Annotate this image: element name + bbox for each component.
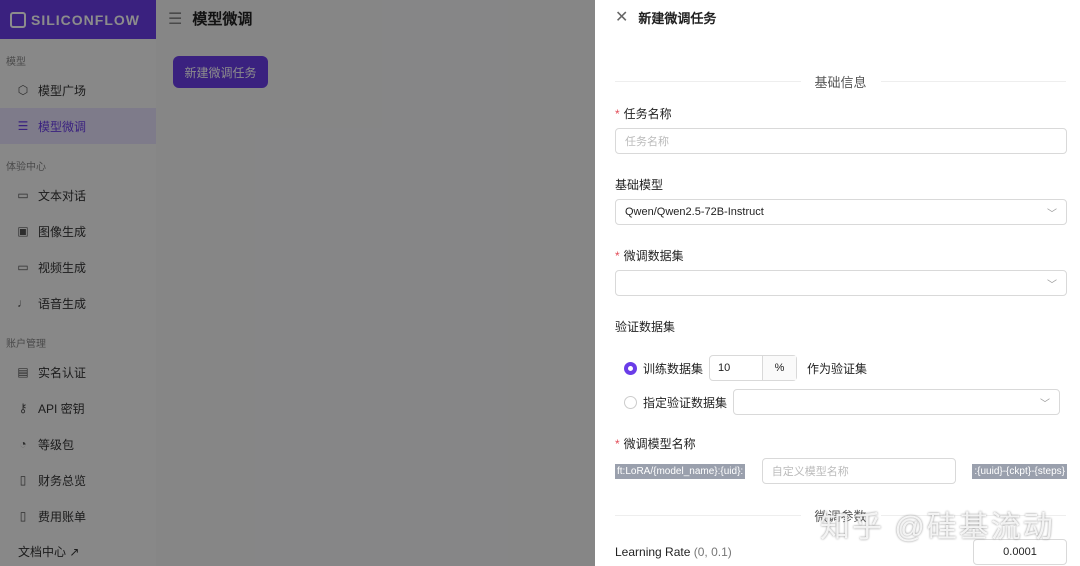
val-option-train[interactable]: 训练数据集 10 % 作为验证集	[624, 355, 1066, 381]
val-percent-input[interactable]: 10 %	[709, 355, 798, 381]
section-title: 基础信息	[814, 75, 867, 90]
required-mark: *	[615, 249, 620, 263]
dataset-label: 微调数据集	[623, 249, 684, 263]
val-opt2-label: 指定验证数据集	[643, 395, 728, 410]
required-mark: *	[615, 107, 620, 121]
base-model-select[interactable]: Qwen/Qwen2.5-72B-Instruct ﹀	[615, 199, 1067, 225]
dataset-select[interactable]: ﹀	[615, 270, 1067, 296]
chevron-down-icon: ﹀	[1040, 398, 1051, 410]
chevron-down-icon: ﹀	[1047, 279, 1057, 291]
watermark: 知乎 @硅基流动	[820, 511, 1055, 544]
task-name-input[interactable]: 任务名称	[615, 128, 1067, 154]
new-task-drawer: ✕ 新建微调任务 基础信息 * 任务名称 任务名称 基础模型 Qwen/Qwen2…	[595, 0, 1080, 566]
model-name-input[interactable]: 自定义模型名称	[761, 458, 956, 484]
val-option-custom[interactable]: 指定验证数据集 ﹀	[624, 389, 1066, 415]
drawer-title: 新建微调任务	[638, 10, 717, 26]
val-percent-value: 10	[718, 362, 731, 374]
val-opt1-suffix: 作为验证集	[807, 361, 868, 376]
close-icon[interactable]: ✕	[615, 7, 628, 27]
base-model-value: Qwen/Qwen2.5-72B-Instruct	[625, 206, 764, 218]
lr-value: 0.0001	[1003, 546, 1037, 558]
chevron-down-icon: ﹀	[1047, 208, 1057, 220]
placeholder: 自定义模型名称	[771, 466, 849, 478]
model-name-suffix: :{uuid}-{ckpt}-{steps}	[972, 463, 1067, 479]
task-name-label: 任务名称	[623, 107, 672, 121]
lr-range: (0, 0.1)	[693, 545, 732, 559]
radio-unchecked[interactable]	[624, 395, 637, 409]
placeholder: 任务名称	[625, 136, 669, 148]
val-dataset-label: 验证数据集	[615, 320, 676, 334]
lr-label: Learning Rate	[615, 545, 691, 559]
model-name-prefix: ft:LoRA/{model_name}:{uid}:	[615, 463, 746, 479]
base-model-label: 基础模型	[615, 178, 664, 192]
radio-checked[interactable]	[624, 361, 637, 375]
drawer-header: ✕ 新建微调任务	[615, 0, 1066, 34]
val-opt1-label: 训练数据集	[643, 361, 704, 376]
percent-addon: %	[762, 356, 797, 380]
val-dataset-select[interactable]: ﹀	[733, 389, 1061, 415]
section-basic: 基础信息	[615, 72, 1066, 91]
model-name-label: 微调模型名称	[623, 437, 696, 451]
required-mark: *	[615, 437, 620, 451]
